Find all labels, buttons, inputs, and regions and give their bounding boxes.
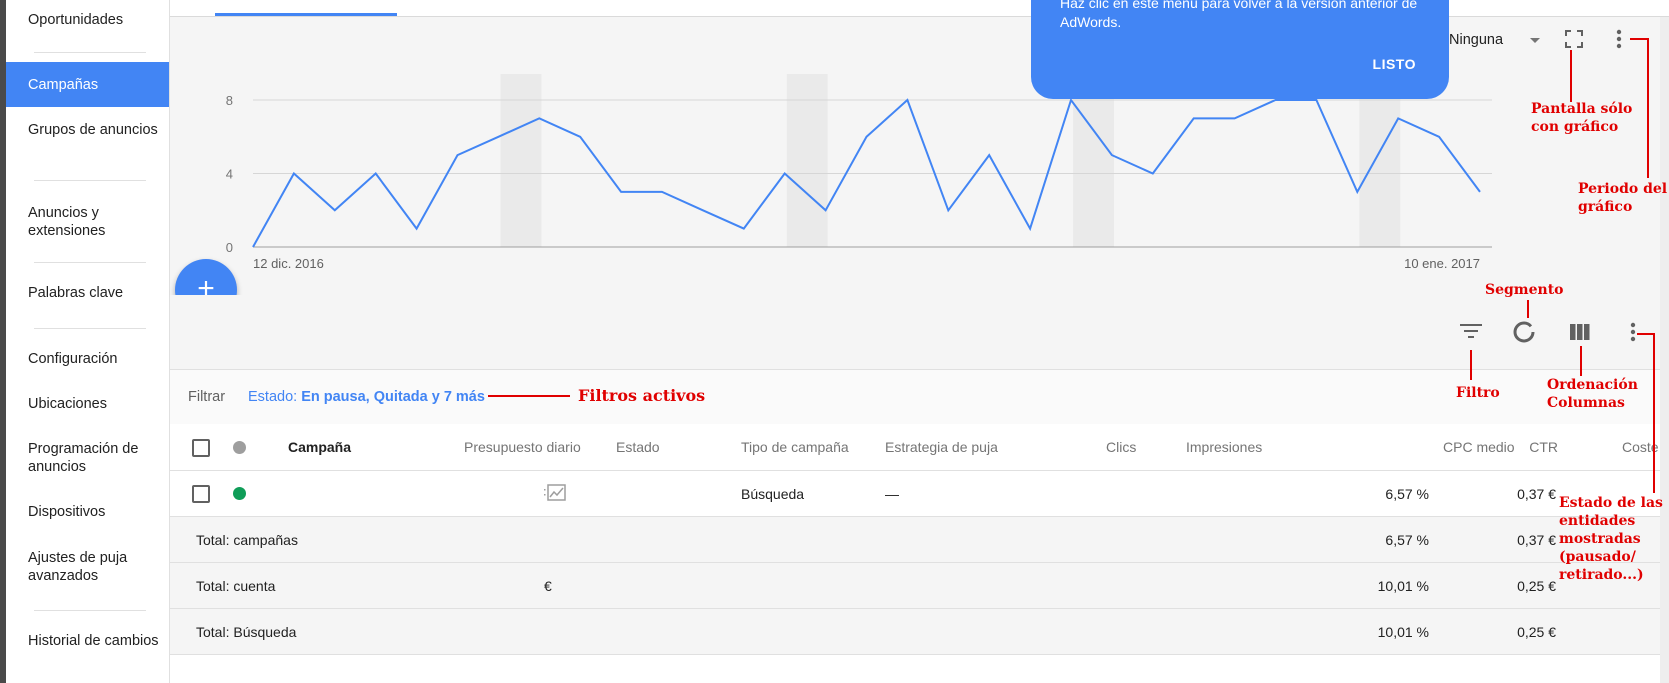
sidebar: Oportunidades Campañas Grupos de anuncio…	[6, 0, 170, 683]
sidebar-divider	[34, 180, 146, 181]
col-cpc[interactable]: CPC medio	[1443, 439, 1515, 455]
fullscreen-icon[interactable]	[1564, 29, 1584, 49]
sidebar-item-historial[interactable]: Historial de cambios	[28, 632, 168, 650]
sidebar-item-ubicaciones[interactable]: Ubicaciones	[28, 395, 168, 413]
cell-estrategia: —	[885, 486, 899, 502]
total-budget: €	[544, 578, 552, 594]
total-label: Total: cuenta	[196, 578, 276, 594]
chart-more-icon[interactable]	[1612, 28, 1626, 50]
tooltip-popup: Haz clic en este menú para volver a la v…	[1031, 0, 1449, 99]
tooltip-text: Haz clic en este menú para volver a la v…	[1060, 0, 1418, 30]
x-axis-start-label: 12 dic. 2016	[253, 256, 324, 271]
segment-select-value: Ninguna	[1449, 32, 1504, 48]
table-more-icon[interactable]	[1626, 321, 1640, 343]
sidebar-item-oportunidades[interactable]: Oportunidades	[28, 11, 168, 29]
sidebar-divider	[34, 262, 146, 263]
status-header-dot[interactable]	[233, 441, 246, 454]
total-ctr: 10,01 %	[1377, 624, 1429, 640]
annotation-columns: Ordenación Columnas	[1547, 377, 1638, 411]
filter-icon[interactable]	[1459, 322, 1483, 340]
annotation-line	[1653, 333, 1655, 493]
filter-value: En pausa, Quitada y 7 más	[301, 389, 485, 405]
total-row: Total: Búsqueda 10,01 % 0,25 €	[170, 609, 1660, 655]
annotation-entity-status: Estado de las entidades mostradas (pausa…	[1559, 495, 1663, 583]
x-axis-end-label: 10 ene. 2017	[1404, 256, 1480, 271]
annotation-fullscreen: Pantalla sólo con gráfico	[1531, 101, 1633, 135]
total-cpc: 0,37 €	[1517, 532, 1556, 548]
col-tipo[interactable]: Tipo de campaña	[741, 439, 849, 455]
active-filter-chip[interactable]: Estado: En pausa, Quitada y 7 más	[248, 389, 485, 405]
col-campana[interactable]: Campaña	[288, 439, 351, 455]
tooltip-done-button[interactable]: LISTO	[1373, 56, 1416, 72]
cell-cpc: 0,37 €	[1517, 486, 1556, 502]
active-tab-indicator	[215, 13, 397, 16]
table-header: Campaña Presupuesto diario Estado Tipo d…	[170, 424, 1660, 471]
col-impresiones[interactable]: Impresiones	[1186, 439, 1262, 455]
annotation-active-filters: Filtros activos	[578, 386, 706, 405]
col-estrategia[interactable]: Estrategia de puja	[885, 439, 998, 455]
table-row[interactable]: Búsqueda — 6,57 % 0,37 €	[170, 471, 1660, 517]
segment-select[interactable]: Ninguna	[1449, 32, 1540, 48]
status-dot[interactable]	[233, 487, 246, 500]
sidebar-divider	[34, 328, 146, 329]
total-ctr: 6,57 %	[1385, 532, 1429, 548]
total-cpc: 0,25 €	[1517, 578, 1556, 594]
annotation-line	[488, 395, 570, 397]
table-toolbar	[170, 295, 1660, 369]
columns-icon[interactable]	[1570, 324, 1590, 340]
annotation-filter: Filtro	[1456, 385, 1500, 401]
annotation-line	[1580, 346, 1582, 376]
dropdown-arrow-icon	[1530, 38, 1540, 43]
cell-tipo: Búsqueda	[741, 486, 805, 502]
annotation-line	[1527, 300, 1529, 318]
annotation-line	[1570, 50, 1572, 102]
sidebar-item-configuracion[interactable]: Configuración	[28, 350, 168, 368]
sidebar-item-ajustes-puja[interactable]: Ajustes de puja avanzados	[28, 549, 168, 585]
col-ctr[interactable]: CTR	[1529, 439, 1558, 455]
cell-ctr: 6,57 %	[1385, 486, 1429, 502]
sidebar-divider	[34, 610, 146, 611]
sidebar-item-palabras-clave[interactable]: Palabras clave	[28, 284, 168, 302]
col-clics[interactable]: Clics	[1106, 439, 1136, 455]
total-label: Total: campañas	[196, 532, 298, 548]
annotation-line	[1470, 350, 1472, 380]
col-estado[interactable]: Estado	[616, 439, 660, 455]
sidebar-item-dispositivos[interactable]: Dispositivos	[28, 503, 168, 521]
total-cpc: 0,25 €	[1517, 624, 1556, 640]
total-ctr: 10,01 %	[1377, 578, 1429, 594]
filter-label: Filtrar	[188, 389, 226, 405]
budget-chart-icon[interactable]	[544, 484, 566, 502]
annotation-line	[1630, 38, 1648, 40]
sidebar-item-anuncios[interactable]: Anuncios y extensiones	[28, 204, 168, 240]
sidebar-divider	[34, 52, 146, 53]
filter-prefix: Estado:	[248, 389, 302, 405]
sidebar-item-label: Campañas	[28, 77, 99, 93]
filter-bar: Filtrar Estado: En pausa, Quitada y 7 má…	[170, 369, 1660, 425]
y-tick-label: 4	[226, 167, 233, 182]
annotation-segment: Segmento	[1485, 282, 1564, 298]
annotation-line	[1647, 38, 1649, 178]
annotation-period: Periodo del gráfico	[1578, 181, 1668, 215]
col-presupuesto[interactable]: Presupuesto diario	[464, 439, 581, 455]
segment-icon[interactable]	[1512, 320, 1536, 344]
row-checkbox[interactable]	[192, 485, 210, 503]
total-label: Total: Búsqueda	[196, 624, 297, 640]
y-tick-label: 8	[226, 93, 233, 108]
total-row: Total: cuenta € 10,01 % 0,25 €	[170, 563, 1660, 609]
sidebar-item-programacion[interactable]: Programación de anuncios	[28, 440, 168, 476]
total-row: Total: campañas 6,57 % 0,37 €	[170, 517, 1660, 563]
sidebar-item-grupos[interactable]: Grupos de anuncios	[28, 121, 168, 139]
select-all-checkbox[interactable]	[192, 439, 210, 457]
y-tick-label: 0	[226, 240, 233, 255]
campaigns-table: Campaña Presupuesto diario Estado Tipo d…	[170, 424, 1660, 683]
sidebar-item-campanas[interactable]: Campañas	[6, 62, 169, 107]
